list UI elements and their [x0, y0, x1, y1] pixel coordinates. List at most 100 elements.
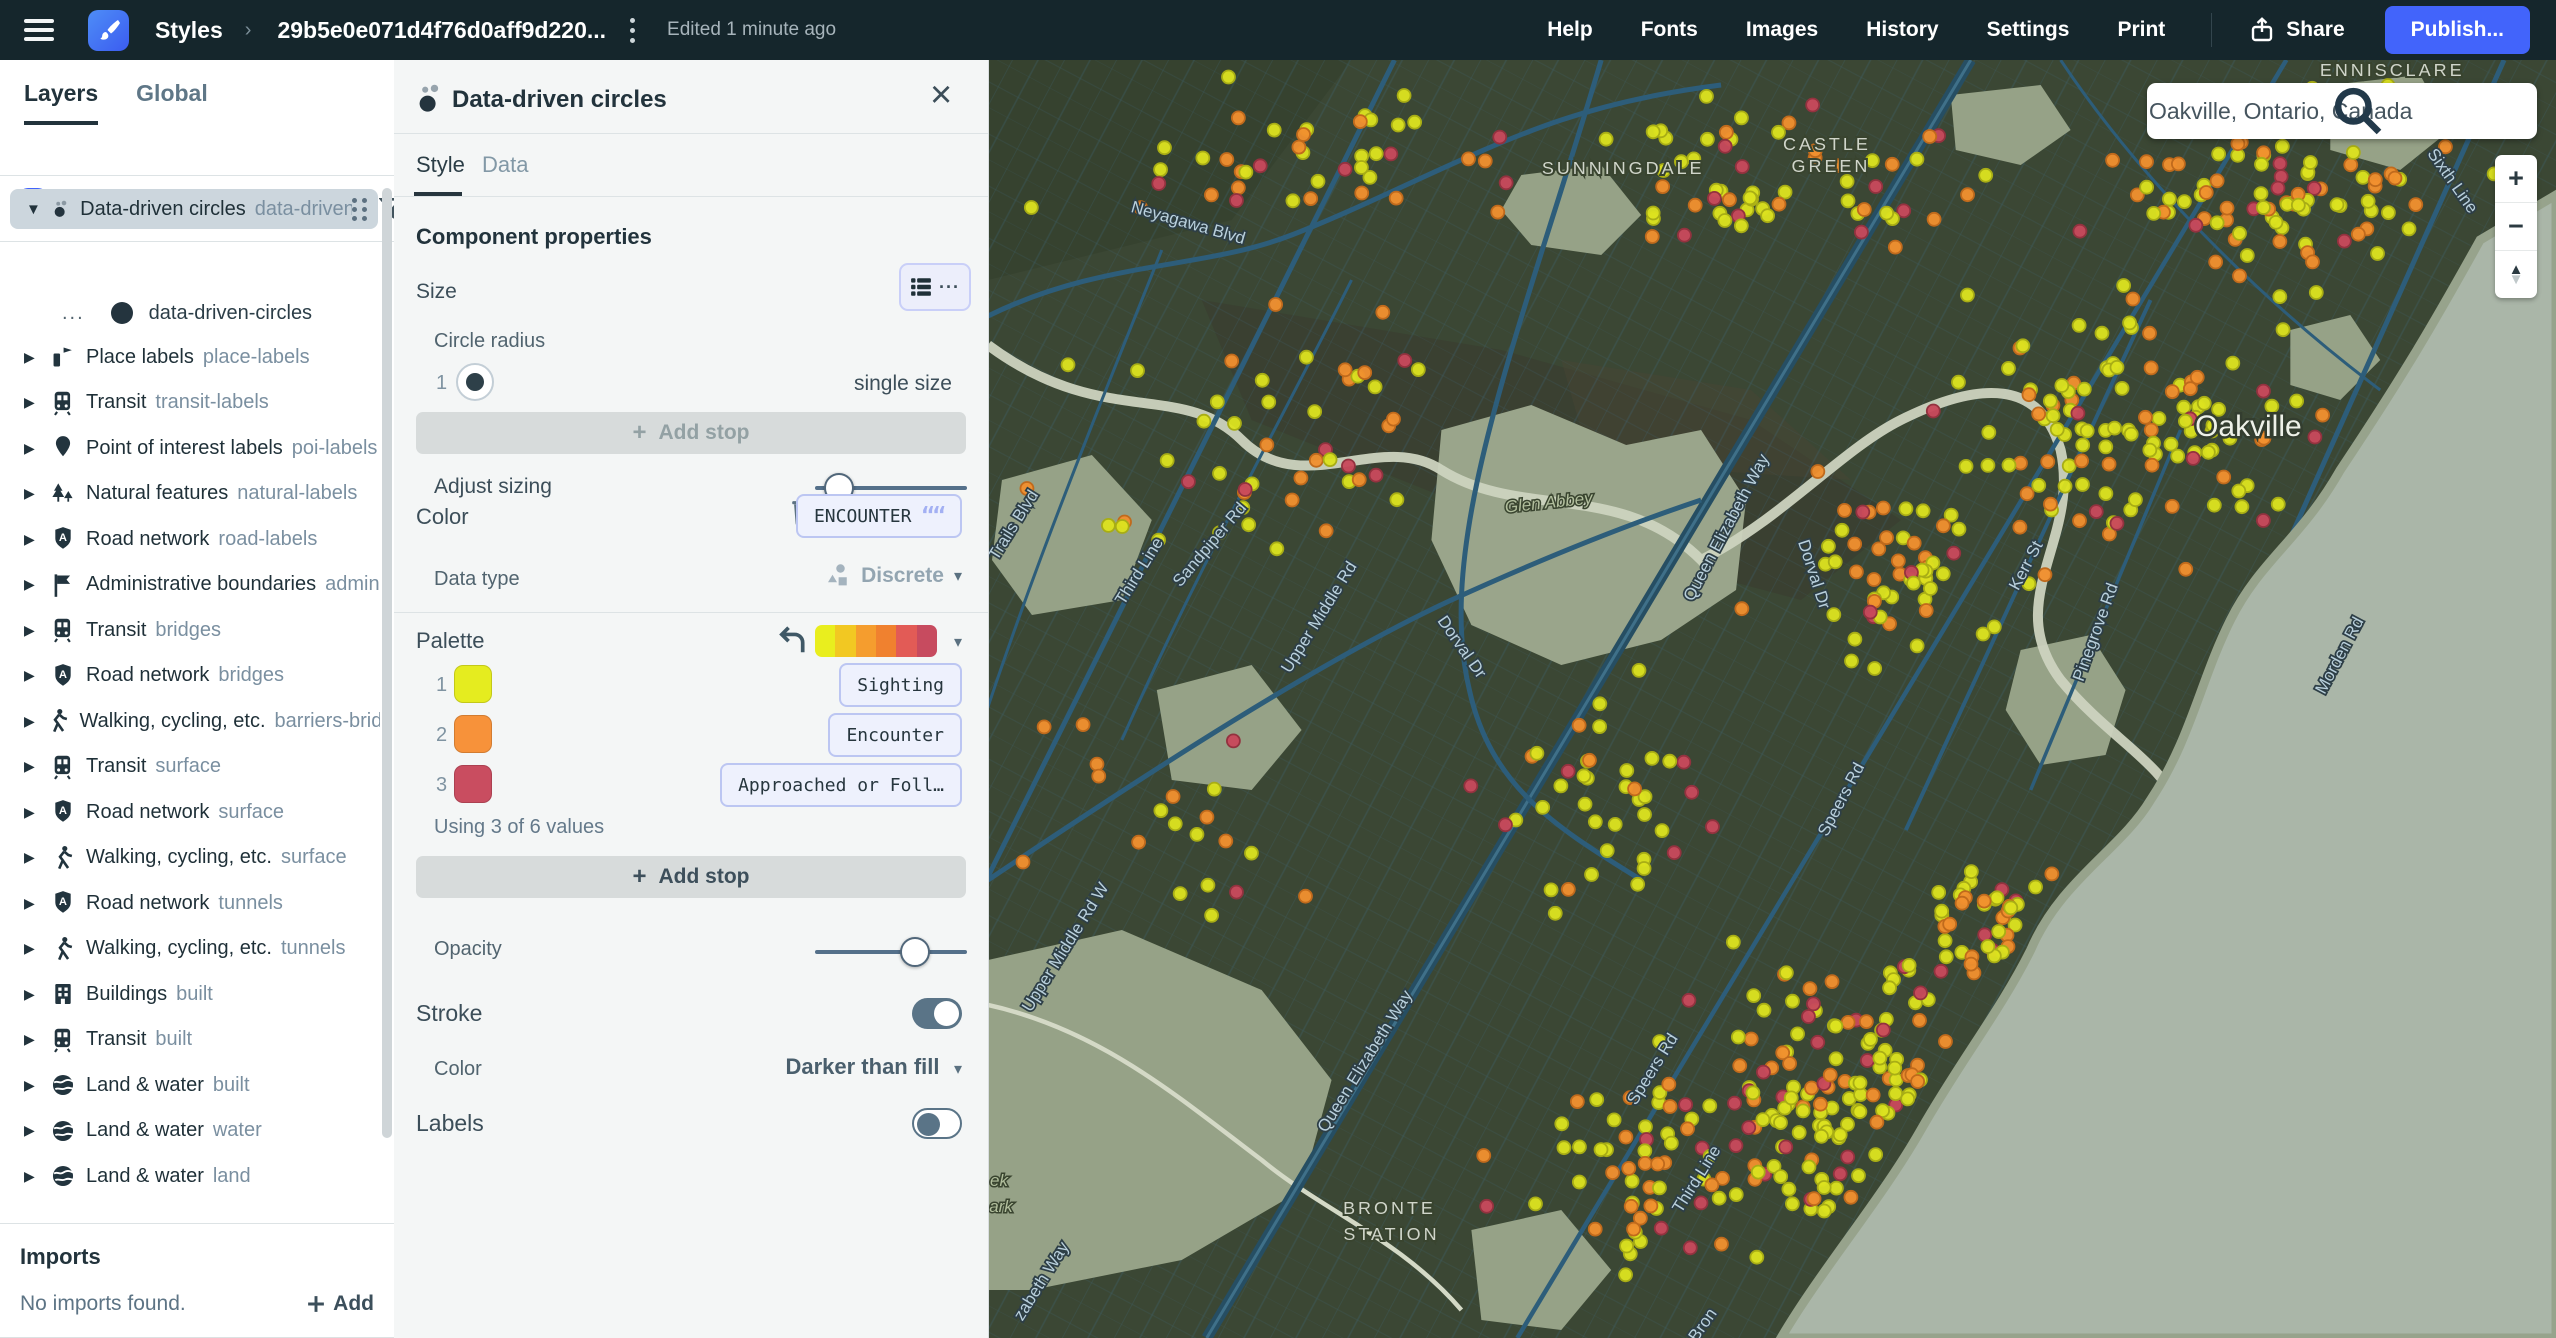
group-name: Natural features	[86, 482, 228, 505]
opacity-slider[interactable]	[815, 950, 967, 954]
nav-settings[interactable]: Settings	[1987, 18, 2070, 42]
layer-group-water[interactable]: ▶Land & waterwater	[0, 1108, 380, 1154]
layer-group-surface[interactable]: ▶Walking, cycling, etc.surface	[0, 835, 380, 881]
layer-group-bridges[interactable]: ▶ARoad networkbridges	[0, 653, 380, 699]
walking-icon	[50, 936, 76, 962]
zoom-out-button[interactable]: −	[2495, 202, 2537, 250]
drag-handle-icon[interactable]	[352, 198, 368, 221]
paintbrush-icon	[96, 17, 122, 43]
nav-fonts[interactable]: Fonts	[1641, 18, 1698, 42]
compass-bearing-button[interactable]: ▲▼	[2495, 250, 2537, 298]
layer-group-built[interactable]: ▶Buildingsbuilt	[0, 971, 380, 1017]
expand-triangle-icon[interactable]: ▶	[24, 1031, 42, 1048]
stop-value-chip[interactable]: Encounter	[828, 713, 962, 757]
style-menu-kebab-icon[interactable]	[626, 14, 639, 47]
expand-triangle-icon[interactable]: ▶	[24, 531, 42, 548]
layer-group-poi-labels[interactable]: ▶Point of interest labelspoi-labels	[0, 425, 380, 471]
layer-row-data-driven-circles[interactable]: ▼ Data-driven circles data-driven-ci	[10, 189, 378, 229]
expand-triangle-icon[interactable]: ▶	[24, 485, 42, 502]
stroke-toggle[interactable]	[912, 998, 962, 1029]
expand-triangle-icon[interactable]: ▶	[24, 1168, 42, 1185]
nav-help[interactable]: Help	[1547, 18, 1593, 42]
layer-group-road-labels[interactable]: ▶ARoad networkroad-labels	[0, 516, 380, 562]
breadcrumb-style-id[interactable]: 29b5e0e071d4f76d0aff9d220...	[277, 17, 606, 44]
stop-value-chip[interactable]: Sighting	[839, 663, 962, 707]
layer-group-tunnels[interactable]: ▶ARoad networktunnels	[0, 880, 380, 926]
palette-chevron-down-icon[interactable]: ▾	[954, 632, 962, 652]
expand-triangle-icon[interactable]: ▶	[24, 804, 42, 821]
group-id: bridges	[218, 664, 284, 687]
stop-color-swatch[interactable]	[454, 715, 492, 753]
layer-group-natural-labels[interactable]: ▶Natural featuresnatural-labels	[0, 471, 380, 517]
expand-triangle-icon[interactable]: ▶	[24, 349, 42, 366]
expand-triangle-icon[interactable]: ▶	[24, 667, 42, 684]
layer-group-built[interactable]: ▶Land & waterbuilt	[0, 1062, 380, 1108]
layers-scrollbar[interactable]	[382, 188, 392, 1138]
circle-radius-swatch[interactable]	[456, 363, 494, 401]
zoom-in-button[interactable]: +	[2495, 155, 2537, 202]
nav-images[interactable]: Images	[1746, 18, 1818, 42]
expand-triangle-icon[interactable]: ▶	[24, 1122, 42, 1139]
map-canvas[interactable]: Neyagawa BlvdSixth LineUpper Middle RdDo…	[988, 60, 2556, 1338]
mapbox-studio-logo[interactable]	[88, 10, 129, 51]
add-import-button[interactable]: Add	[307, 1292, 374, 1316]
close-panel-icon[interactable]: ×	[924, 70, 958, 120]
tab-global[interactable]: Global	[136, 80, 208, 125]
tab-layers[interactable]: Layers	[24, 80, 98, 125]
road-icon: A	[50, 526, 76, 552]
expand-triangle-icon[interactable]: ▶	[24, 440, 42, 457]
layer-group-land[interactable]: ▶Land & waterland	[0, 1153, 380, 1199]
stroke-color-dropdown[interactable]: Darker than fill ▾	[785, 1054, 962, 1080]
expand-triangle-icon[interactable]: ▶	[24, 758, 42, 775]
layer-group-barriers-bridges[interactable]: ▶Walking, cycling, etc.barriers-bridges	[0, 698, 380, 744]
publish-button[interactable]: Publish...	[2385, 6, 2530, 54]
hamburger-menu-icon[interactable]	[24, 19, 54, 41]
nav-history[interactable]: History	[1866, 18, 1938, 42]
expand-triangle-icon[interactable]: ▶	[24, 576, 42, 593]
size-value-list-button[interactable]: ···	[899, 263, 971, 311]
layer-group-surface[interactable]: ▶Transitsurface	[0, 744, 380, 790]
layer-group-place-labels[interactable]: ▶Place labelsplace-labels	[0, 334, 380, 380]
data-type-dropdown[interactable]: Discrete ▾	[823, 562, 962, 590]
expand-triangle-icon[interactable]: ▶	[24, 622, 42, 639]
layer-group-bridges[interactable]: ▶Transitbridges	[0, 607, 380, 653]
reverse-palette-icon[interactable]	[776, 624, 806, 661]
share-button[interactable]: Share	[2250, 17, 2344, 43]
expand-triangle-icon[interactable]: ▶	[24, 394, 42, 411]
divider	[394, 196, 988, 197]
group-name: Land & water	[86, 1119, 204, 1142]
stop-value-chip[interactable]: Approached or Foll…	[720, 763, 962, 807]
opacity-knob[interactable]	[900, 937, 930, 967]
plus-icon	[307, 1295, 325, 1313]
layer-group-surface[interactable]: ▶ARoad networksurface	[0, 789, 380, 835]
expand-triangle-icon[interactable]: ▶	[24, 713, 38, 730]
breadcrumb-styles[interactable]: Styles	[155, 17, 223, 44]
add-palette-stop-button[interactable]: +Add stop	[416, 856, 966, 898]
tab-style[interactable]: Style	[416, 152, 465, 178]
expand-triangle-icon[interactable]: ▶	[24, 940, 42, 957]
adjust-sizing-slider[interactable]	[815, 486, 967, 490]
expand-triangle-icon[interactable]: ▶	[24, 895, 42, 912]
add-size-stop-button[interactable]: +Add stop	[416, 412, 966, 454]
expand-triangle-icon[interactable]: ▶	[24, 849, 42, 866]
expand-triangle-icon[interactable]: ▶	[24, 1077, 42, 1094]
expand-triangle-icon[interactable]: ▶	[24, 986, 42, 1003]
collapse-triangle-icon[interactable]: ▼	[26, 201, 41, 218]
layer-group-admin[interactable]: ▶Administrative boundariesadmin	[0, 562, 380, 608]
top-nav: Help Fonts Images History Settings Print	[1547, 18, 2165, 42]
stop-color-swatch[interactable]	[454, 765, 492, 803]
layer-row-child[interactable]: ... data-driven-circles	[0, 293, 380, 333]
group-name: Place labels	[86, 346, 194, 369]
layer-group-transit-labels[interactable]: ▶Transittransit-labels	[0, 380, 380, 426]
layer-group-built[interactable]: ▶Transitbuilt	[0, 1017, 380, 1063]
geocoder-search-box[interactable]	[2147, 83, 2537, 139]
palette-gradient-swatch[interactable]	[815, 625, 937, 657]
nav-print[interactable]: Print	[2117, 18, 2165, 42]
stop-color-swatch[interactable]	[454, 665, 492, 703]
tab-data[interactable]: Data	[482, 152, 528, 178]
layer-group-tunnels[interactable]: ▶Walking, cycling, etc.tunnels	[0, 926, 380, 972]
transit-icon	[50, 390, 76, 416]
color-field-chip[interactable]: ENCOUNTER ““	[796, 494, 962, 538]
group-name: Walking, cycling, etc.	[86, 846, 272, 869]
labels-toggle[interactable]	[912, 1108, 962, 1139]
